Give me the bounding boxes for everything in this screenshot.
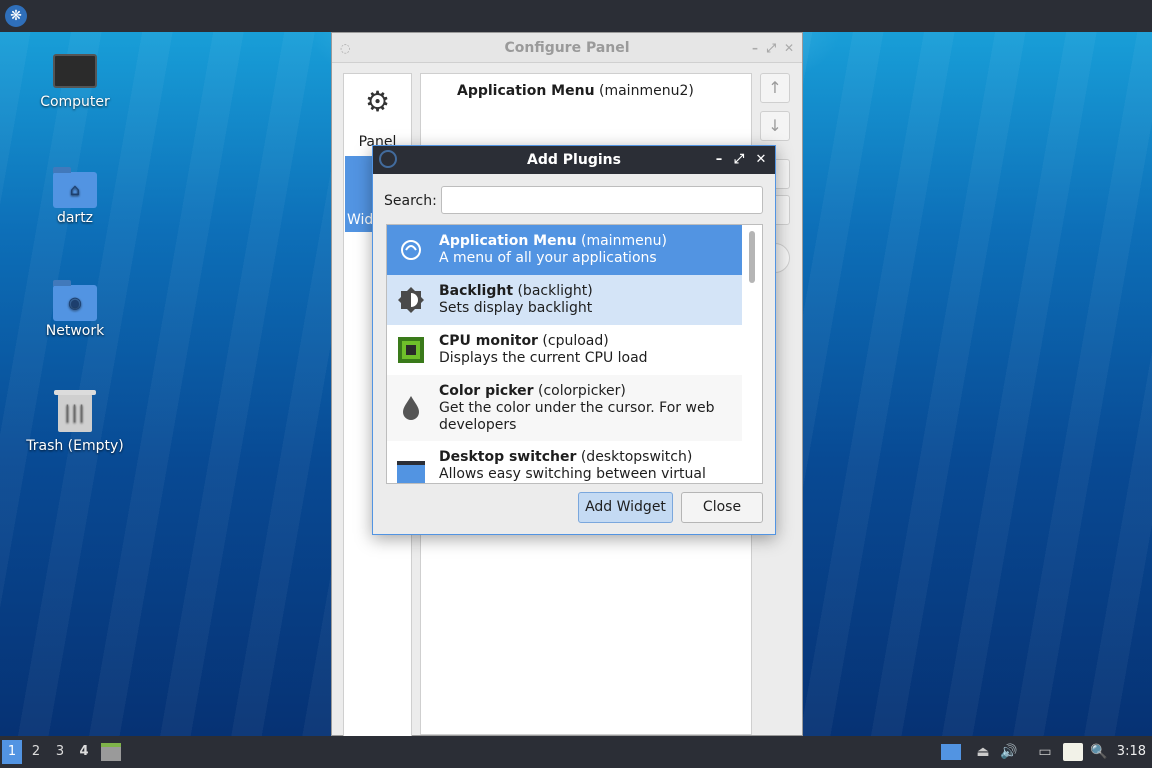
- gear-icon: ⚙: [364, 85, 391, 118]
- clock[interactable]: 3:18: [1117, 736, 1146, 768]
- computer-icon: [53, 54, 97, 88]
- list-item[interactable]: Desktop switcher (desktopswitch) Allows …: [387, 441, 742, 483]
- volume-icon[interactable]: 🔊: [999, 742, 1019, 762]
- search-label: Search:: [384, 193, 437, 209]
- list-item[interactable]: Color picker (colorpicker) Get the color…: [387, 375, 742, 441]
- eject-icon[interactable]: ⏏: [973, 742, 993, 762]
- workspace-3-button[interactable]: 3: [50, 740, 70, 764]
- application-menu-icon: [401, 240, 421, 260]
- desktop-icon-label: Network: [45, 323, 105, 339]
- desktop-icon-label: dartz: [56, 210, 94, 226]
- lxqt-logo-icon: ◌: [340, 41, 351, 55]
- minimize-icon[interactable]: –: [752, 33, 758, 63]
- clipboard-icon[interactable]: [1063, 743, 1083, 761]
- search-input[interactable]: [441, 186, 763, 214]
- add-widget-button[interactable]: Add Widget: [578, 492, 673, 523]
- scrollbar-thumb[interactable]: [749, 231, 755, 283]
- window-titlebar[interactable]: Configure Panel ◌ – ⤢ ✕: [332, 33, 802, 63]
- list-item[interactable]: Application Menu (mainmenu) A menu of al…: [387, 225, 742, 275]
- dialog-titlebar[interactable]: Add Plugins – ⤢ ✕: [373, 146, 775, 174]
- network-folder-icon: ◉: [53, 280, 97, 321]
- bottom-taskbar: 1 2 3 4 ⏏ 🔊 ▭ 🔍 3:18: [0, 736, 1152, 768]
- sidebar-item-panel[interactable]: ⚙ Panel: [344, 82, 411, 150]
- list-item[interactable]: CPU monitor (cpuload) Displays the curre…: [387, 325, 742, 375]
- move-down-button[interactable]: ↓: [760, 111, 790, 141]
- window-title: Configure Panel: [504, 40, 630, 56]
- maximize-icon[interactable]: ⤢: [729, 146, 749, 174]
- dialog-title: Add Plugins: [527, 152, 621, 168]
- trash-icon: |||: [54, 390, 96, 432]
- color-picker-icon: [403, 396, 419, 420]
- close-button[interactable]: Close: [681, 492, 763, 523]
- desktop-icon-network[interactable]: ◉ Network: [20, 275, 130, 339]
- desktop-icon-label: Trash (Empty): [26, 438, 124, 454]
- desktop-icon-computer[interactable]: Computer: [20, 50, 130, 110]
- close-icon[interactable]: ✕: [751, 146, 771, 174]
- desktop-switcher-icon: [397, 461, 425, 483]
- move-up-button[interactable]: ↑: [760, 73, 790, 103]
- top-panel: ❋: [0, 0, 1152, 32]
- lxqt-logo-icon: [379, 150, 397, 168]
- close-icon[interactable]: ✕: [784, 33, 794, 63]
- show-desktop-icon[interactable]: [941, 744, 961, 760]
- desktop-icon-home[interactable]: ⌂ dartz: [20, 162, 130, 226]
- list-item[interactable]: Backlight (backlight) Sets display backl…: [387, 275, 742, 325]
- maximize-icon[interactable]: ⤢: [766, 33, 776, 63]
- network-icon[interactable]: ▭: [1035, 742, 1055, 762]
- workspace-2-button[interactable]: 2: [26, 740, 46, 764]
- desktop-icon-trash[interactable]: ||| Trash (Empty): [20, 388, 130, 454]
- desktop-icon-label: Computer: [40, 94, 110, 110]
- lxqt-menu-icon[interactable]: ❋: [5, 5, 27, 27]
- notification-icon[interactable]: 🔍: [1089, 742, 1109, 762]
- backlight-icon: [398, 287, 424, 313]
- home-folder-icon: ⌂: [53, 167, 97, 208]
- scrollbar[interactable]: [742, 225, 762, 483]
- cpu-monitor-icon: [398, 337, 424, 363]
- list-item[interactable]: Application Menu (mainmenu2): [421, 74, 751, 99]
- plugin-list[interactable]: Application Menu (mainmenu) A menu of al…: [386, 224, 763, 484]
- workspace-1-button[interactable]: 1: [2, 740, 22, 764]
- workspace-4-button[interactable]: 4: [74, 740, 94, 764]
- add-plugins-dialog: Add Plugins – ⤢ ✕ Search: Application Me…: [372, 145, 776, 535]
- file-manager-icon[interactable]: [101, 743, 121, 761]
- minimize-icon[interactable]: –: [709, 146, 729, 174]
